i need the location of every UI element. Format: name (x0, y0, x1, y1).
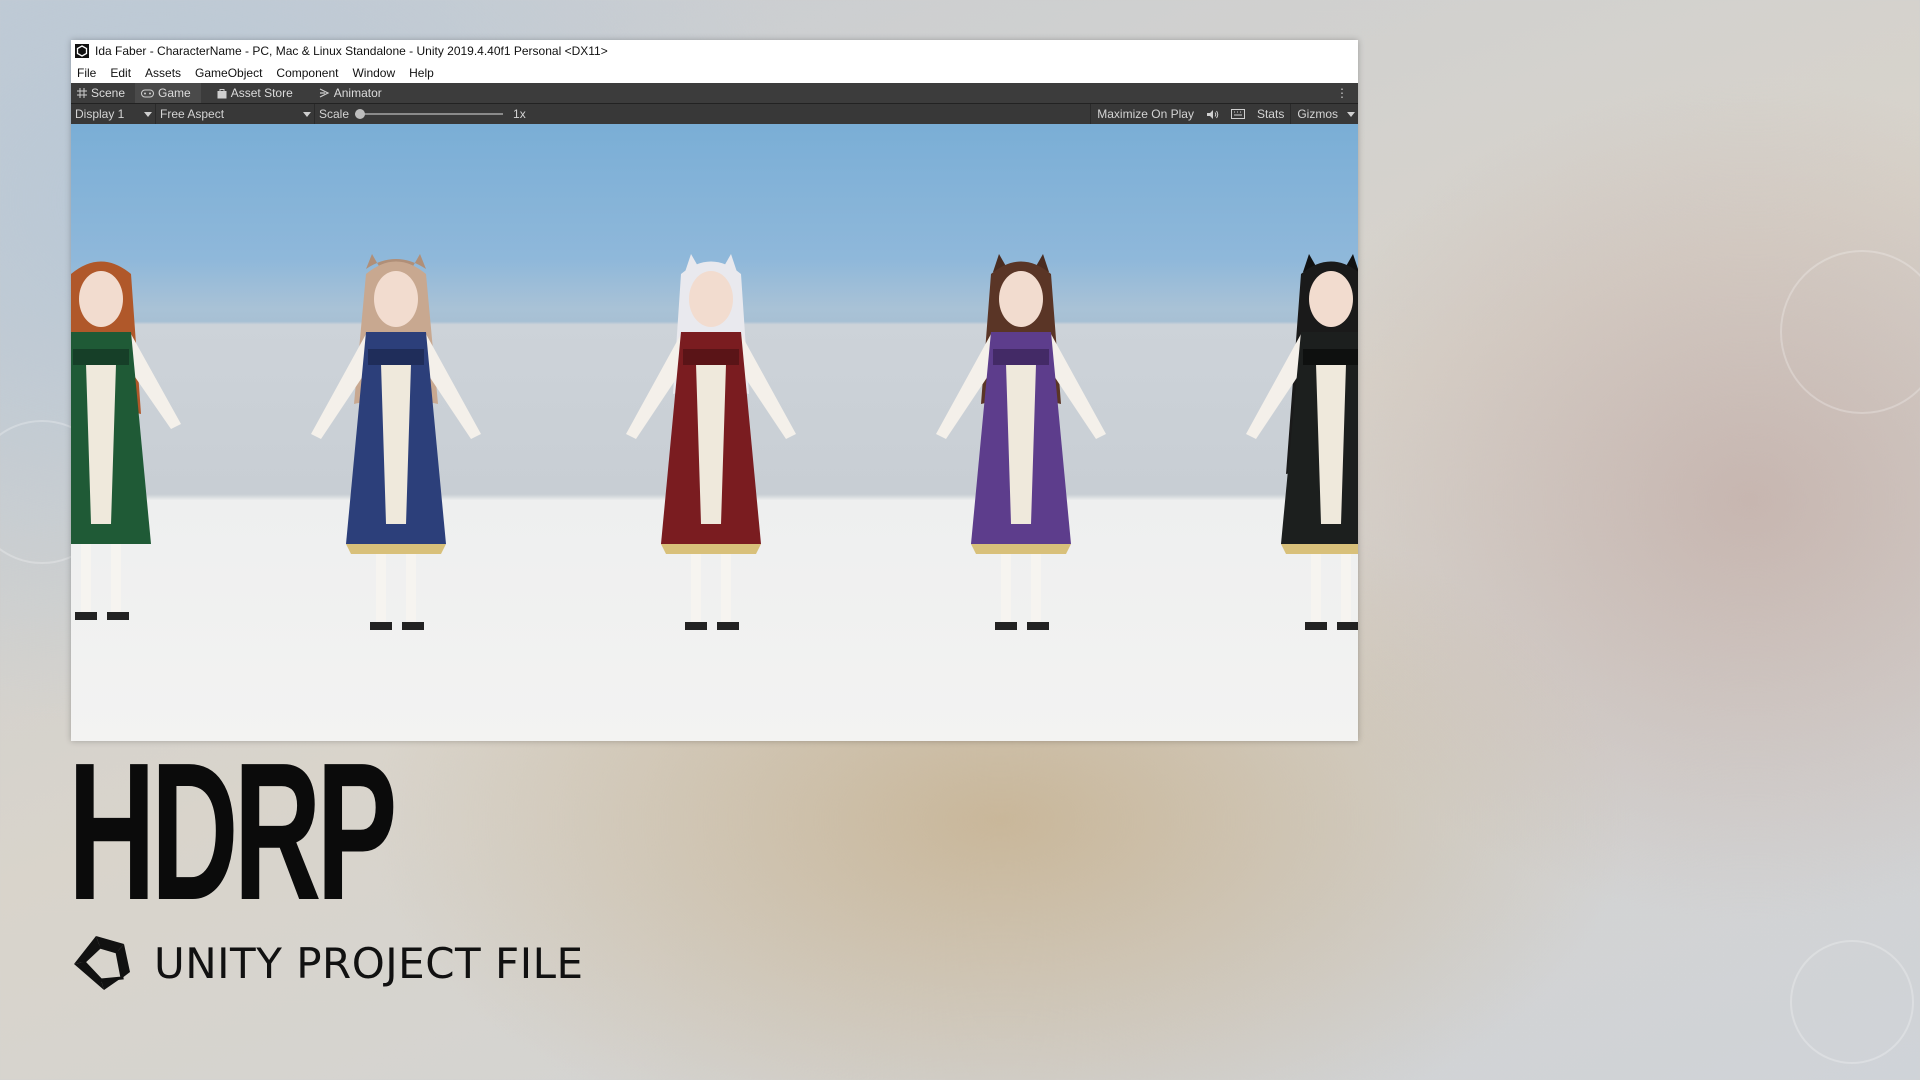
keyboard-toggle[interactable] (1225, 104, 1251, 124)
red-dress-character (626, 254, 796, 630)
title-bar: Ida Faber - CharacterName - PC, Mac & Li… (71, 40, 1358, 62)
decorative-swirl (1790, 940, 1914, 1064)
grid-icon (77, 88, 87, 98)
mute-audio-toggle[interactable] (1200, 104, 1225, 124)
toolbar-right-group: Maximize On Play Stats Gizmos (1090, 104, 1358, 124)
display-dropdown-value: Display 1 (75, 107, 125, 121)
game-view-toolbar: Display 1 Free Aspect Scale 1x Maximize … (71, 103, 1358, 124)
stats-label: Stats (1256, 107, 1285, 121)
tab-game[interactable]: Game (135, 83, 201, 103)
purple-dress-character (936, 254, 1106, 630)
aspect-dropdown[interactable]: Free Aspect (156, 104, 314, 124)
hdrp-headline: HDRP (68, 722, 397, 941)
unity-logo-icon (74, 936, 130, 990)
green-dress-character (71, 261, 181, 620)
animator-icon (319, 88, 330, 98)
scale-control: Scale 1x (315, 104, 530, 124)
keyboard-icon (1230, 109, 1245, 119)
decorative-swirl (1780, 250, 1920, 414)
menu-file[interactable]: File (77, 66, 96, 80)
black-dress-character (1246, 254, 1358, 630)
menu-window[interactable]: Window (352, 66, 395, 80)
menu-edit[interactable]: Edit (110, 66, 131, 80)
menu-help[interactable]: Help (409, 66, 434, 80)
subtitle-text: UNITY PROJECT FILE (154, 938, 584, 988)
tab-asset-store[interactable]: Asset Store (211, 83, 303, 103)
gamepad-icon (141, 89, 155, 97)
speaker-icon (1206, 109, 1219, 119)
aspect-dropdown-value: Free Aspect (160, 107, 225, 121)
scale-slider[interactable] (355, 109, 504, 119)
menu-bar: File Edit Assets GameObject Component Wi… (71, 62, 1358, 83)
window-title: Ida Faber - CharacterName - PC, Mac & Li… (95, 44, 608, 58)
blue-dress-character (311, 254, 481, 630)
maximize-on-play-label: Maximize On Play (1097, 107, 1194, 121)
scale-label: Scale (319, 107, 350, 121)
gizmos-label: Gizmos (1297, 107, 1338, 121)
game-view-viewport[interactable] (71, 124, 1358, 741)
tab-animator-label: Animator (333, 86, 382, 100)
tab-asset-store-label: Asset Store (230, 86, 293, 100)
gizmos-dropdown[interactable]: Gizmos (1291, 104, 1358, 124)
kebab-menu-icon[interactable]: ⋮ (1336, 86, 1348, 100)
unity-editor-window: Ida Faber - CharacterName - PC, Mac & Li… (71, 40, 1358, 741)
tab-scene[interactable]: Scene (71, 83, 135, 103)
unity-logo-icon (75, 44, 89, 58)
menu-assets[interactable]: Assets (145, 66, 181, 80)
unity-project-file-caption: UNITY PROJECT FILE (70, 932, 584, 994)
menu-component[interactable]: Component (276, 66, 338, 80)
editor-tab-bar: Scene Game Asset Store Animator ⋮ (71, 83, 1358, 103)
tab-scene-label: Scene (91, 86, 126, 100)
menu-gameobject[interactable]: GameObject (195, 66, 262, 80)
scale-slider-handle[interactable] (355, 109, 366, 119)
display-dropdown[interactable]: Display 1 (71, 104, 155, 124)
stats-toggle[interactable]: Stats (1251, 104, 1290, 124)
maximize-on-play-toggle[interactable]: Maximize On Play (1091, 104, 1200, 124)
bag-icon (217, 88, 227, 98)
tab-animator[interactable]: Animator (313, 83, 392, 103)
scale-value: 1x (513, 107, 526, 121)
tab-game-label: Game (158, 86, 191, 100)
